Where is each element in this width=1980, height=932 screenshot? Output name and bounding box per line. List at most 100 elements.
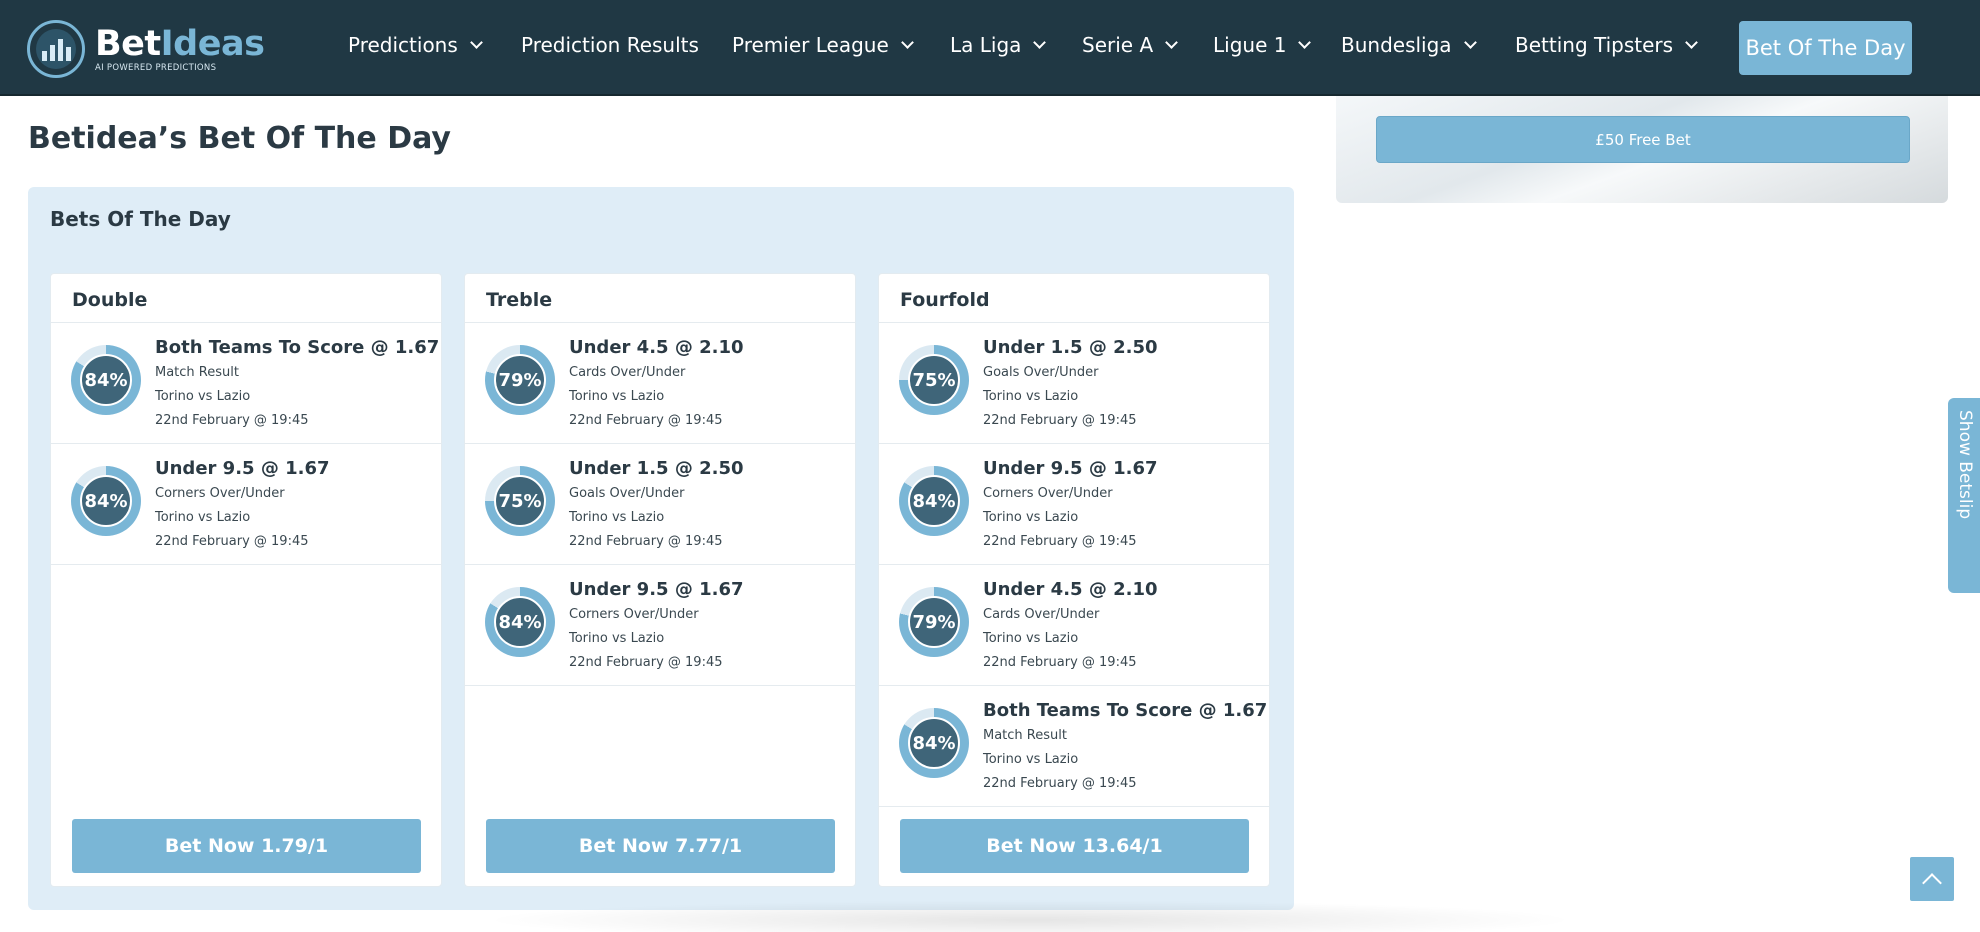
bet-time: 22nd February @ 19:45 (983, 534, 1137, 549)
top-navbar: BetIdeas AI POWERED PREDICTIONS Predicti… (0, 0, 1980, 96)
bet-row: 84% Under 9.5 @ 1.67 Corners Over/Under … (879, 444, 1269, 565)
bet-selection: Under 4.5 @ 2.10 (569, 337, 744, 358)
bet-selection: Both Teams To Score @ 1.67 (983, 700, 1268, 721)
bet-match: Torino vs Lazio (569, 631, 665, 646)
bet-selection: Both Teams To Score @ 1.67 (155, 337, 440, 358)
bet-match: Torino vs Lazio (155, 389, 251, 404)
probability-value: 79% (494, 354, 546, 406)
card-title: Treble (465, 274, 855, 323)
bet-time: 22nd February @ 19:45 (569, 534, 723, 549)
bet-row: 84% Under 9.5 @ 1.67 Corners Over/Under … (51, 444, 441, 565)
nav-item-betting-tipsters[interactable]: Betting Tipsters (1515, 33, 1698, 57)
bet-match: Torino vs Lazio (569, 389, 665, 404)
brand-logo[interactable]: BetIdeas AI POWERED PREDICTIONS (27, 20, 265, 78)
bet-time: 22nd February @ 19:45 (569, 655, 723, 670)
chevron-down-icon (1298, 36, 1312, 49)
bet-card-treble: Treble 79% Under 4.5 @ 2.10 Cards Over/U… (464, 273, 856, 887)
bet-selection: Under 1.5 @ 2.50 (569, 458, 744, 479)
bet-selection: Under 1.5 @ 2.50 (983, 337, 1158, 358)
nav-item-serie-a[interactable]: Serie A (1082, 33, 1178, 57)
bet-market: Goals Over/Under (983, 365, 1099, 380)
free-bet-button[interactable]: £50 Free Bet (1376, 116, 1910, 163)
bet-of-the-day-button[interactable]: Bet Of The Day (1739, 21, 1912, 75)
probability-value: 79% (908, 596, 960, 648)
bet-time: 22nd February @ 19:45 (569, 413, 723, 428)
bet-selection: Under 9.5 @ 1.67 (155, 458, 330, 479)
bet-market: Corners Over/Under (569, 607, 699, 622)
probability-value: 84% (494, 596, 546, 648)
probability-value: 75% (494, 475, 546, 527)
bet-selection: Under 4.5 @ 2.10 (983, 579, 1158, 600)
probability-ring: 75% (485, 466, 555, 536)
chevron-down-icon (900, 36, 914, 49)
nav-item-ligue-1[interactable]: Ligue 1 (1213, 33, 1312, 57)
bet-match: Torino vs Lazio (569, 510, 665, 525)
nav-item-la-liga[interactable]: La Liga (950, 33, 1047, 57)
bar-chart-logo-icon (27, 20, 85, 78)
betslip-tab-label: Show Betslip (1955, 410, 1975, 520)
brand-name: BetIdeas (95, 23, 265, 64)
probability-value: 84% (80, 475, 132, 527)
bet-card-double: Double 84% Both Teams To Score @ 1.67 Ma… (50, 273, 442, 887)
bet-match: Torino vs Lazio (983, 752, 1079, 767)
bet-time: 22nd February @ 19:45 (983, 413, 1137, 428)
probability-value: 84% (908, 475, 960, 527)
bet-market: Match Result (155, 365, 239, 380)
probability-ring: 75% (899, 345, 969, 415)
page-title: Betidea’s Bet Of The Day (28, 121, 451, 156)
probability-ring: 84% (899, 708, 969, 778)
promo-banner: £50 Free Bet (1336, 96, 1948, 203)
bet-row: 79% Under 4.5 @ 2.10 Cards Over/Under To… (465, 323, 855, 444)
bet-row: 75% Under 1.5 @ 2.50 Goals Over/Under To… (879, 323, 1269, 444)
card-title: Fourfold (879, 274, 1269, 323)
probability-ring: 84% (485, 587, 555, 657)
bet-market: Cards Over/Under (569, 365, 686, 380)
card-title: Double (51, 274, 441, 323)
nav-item-prediction-results[interactable]: Prediction Results (521, 33, 699, 57)
nav-item-predictions[interactable]: Predictions (348, 33, 483, 57)
bet-time: 22nd February @ 19:45 (983, 776, 1137, 791)
chevron-down-icon (469, 36, 483, 49)
chevron-down-icon (1463, 36, 1477, 49)
bet-market: Goals Over/Under (569, 486, 685, 501)
bet-now-button-fourfold[interactable]: Bet Now 13.64/1 (900, 819, 1249, 873)
probability-ring: 84% (71, 345, 141, 415)
chevron-down-icon (1685, 36, 1698, 49)
scroll-to-top-button[interactable] (1910, 857, 1954, 901)
bet-row: 75% Under 1.5 @ 2.50 Goals Over/Under To… (465, 444, 855, 565)
bet-time: 22nd February @ 19:45 (155, 413, 309, 428)
bets-of-the-day-panel: Bets Of The Day Double 84% Both Teams To… (28, 187, 1294, 910)
bet-market: Corners Over/Under (983, 486, 1113, 501)
bet-row: 84% Both Teams To Score @ 1.67 Match Res… (51, 323, 441, 444)
probability-value: 84% (908, 717, 960, 769)
brand-tagline: AI POWERED PREDICTIONS (95, 62, 217, 73)
bet-match: Torino vs Lazio (983, 510, 1079, 525)
bet-card-fourfold: Fourfold 75% Under 1.5 @ 2.50 Goals Over… (878, 273, 1270, 887)
bet-selection: Under 9.5 @ 1.67 (983, 458, 1158, 479)
show-betslip-tab[interactable]: Show Betslip (1948, 398, 1980, 593)
probability-value: 75% (908, 354, 960, 406)
chevron-down-icon (1165, 36, 1178, 49)
bet-match: Torino vs Lazio (983, 389, 1079, 404)
bet-time: 22nd February @ 19:45 (155, 534, 309, 549)
bet-match: Torino vs Lazio (983, 631, 1079, 646)
probability-ring: 79% (899, 587, 969, 657)
probability-ring: 84% (71, 466, 141, 536)
bet-time: 22nd February @ 19:45 (983, 655, 1137, 670)
chevron-up-icon (1922, 872, 1942, 893)
probability-ring: 84% (899, 466, 969, 536)
bet-market: Corners Over/Under (155, 486, 285, 501)
probability-ring: 79% (485, 345, 555, 415)
bet-row: 84% Under 9.5 @ 1.67 Corners Over/Under … (465, 565, 855, 686)
bet-match: Torino vs Lazio (155, 510, 251, 525)
bet-selection: Under 9.5 @ 1.67 (569, 579, 744, 600)
bet-now-button-treble[interactable]: Bet Now 7.77/1 (486, 819, 835, 873)
bet-row: 79% Under 4.5 @ 2.10 Cards Over/Under To… (879, 565, 1269, 686)
bet-now-button-double[interactable]: Bet Now 1.79/1 (72, 819, 421, 873)
probability-value: 84% (80, 354, 132, 406)
footer-shadow (480, 900, 1580, 932)
nav-item-bundesliga[interactable]: Bundesliga (1341, 33, 1477, 57)
nav-item-premier-league[interactable]: Premier League (732, 33, 914, 57)
bet-market: Cards Over/Under (983, 607, 1100, 622)
bet-row: 84% Both Teams To Score @ 1.67 Match Res… (879, 686, 1269, 807)
